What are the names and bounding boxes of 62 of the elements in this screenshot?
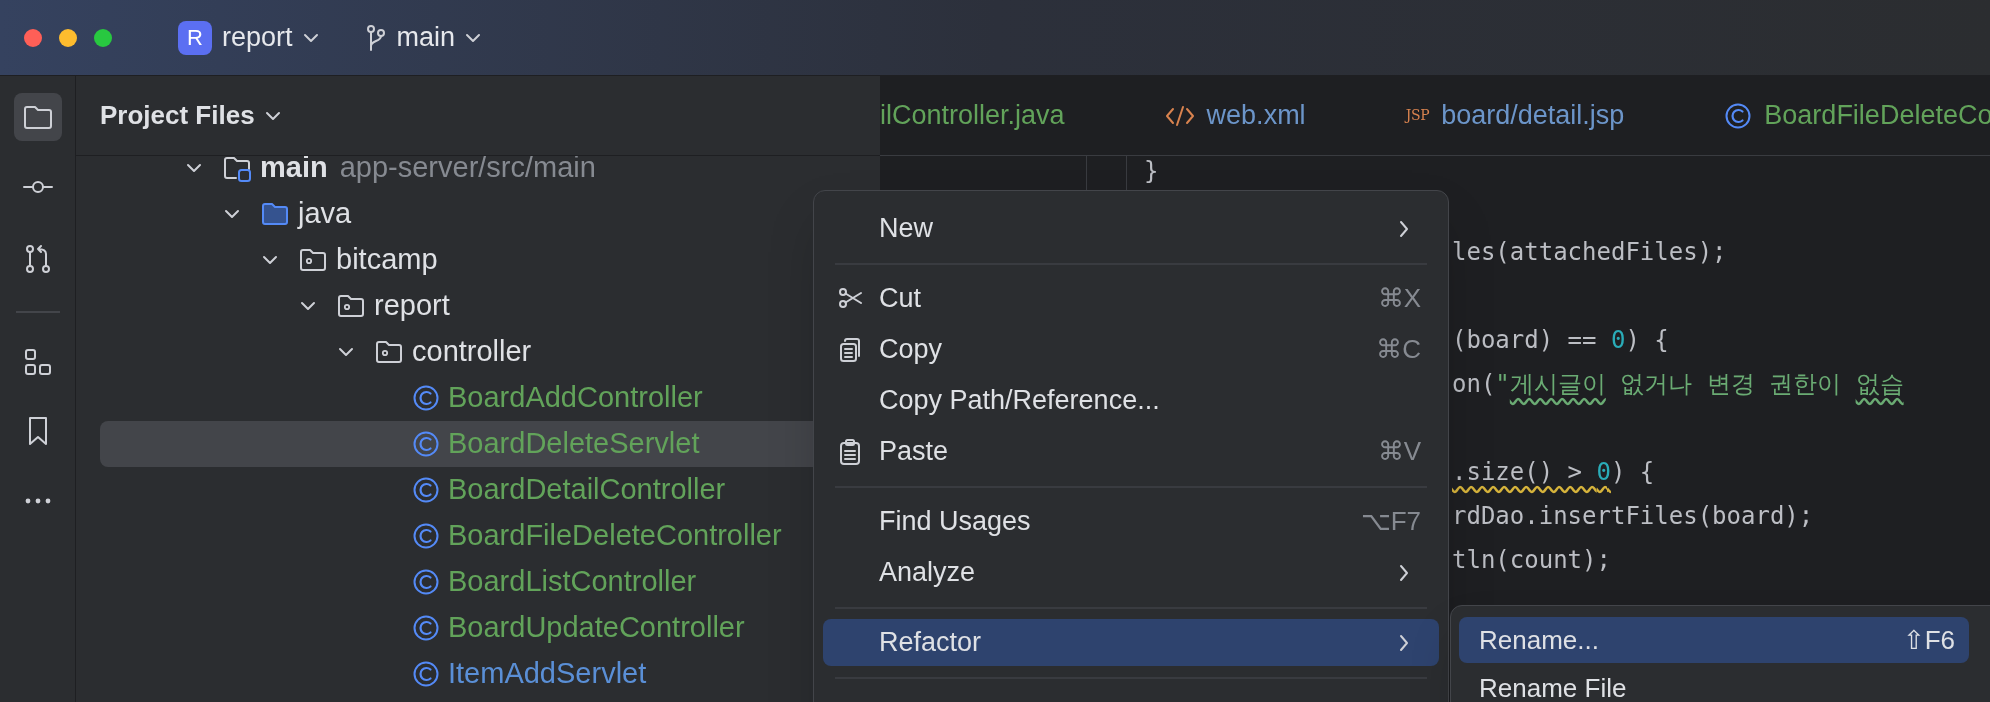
tree-item-path: app-server/src/main [339, 156, 596, 186]
class-icon [412, 476, 440, 504]
shortcut-label: ⇧F6 [1902, 623, 1955, 657]
branch-name: main [396, 21, 456, 55]
folder-tool-button[interactable] [13, 93, 62, 141]
class-icon [412, 430, 440, 458]
tree-item-label: bitcamp [336, 242, 438, 278]
code-line: tln(count); [1452, 545, 1611, 576]
tree-item-label: java [298, 196, 352, 232]
tree-item-label: controller [412, 334, 532, 370]
code-line: (board) == 0) { [1452, 325, 1669, 356]
tree-item-label: BoardAddController [448, 380, 703, 416]
shortcut-label: ⌥F7 [1360, 505, 1421, 538]
branch-selector[interactable]: main [358, 13, 488, 62]
tree-item-label: report [374, 288, 450, 324]
project-selector[interactable]: R report [172, 13, 325, 62]
editor-tab[interactable]: web.xml [1114, 76, 1356, 155]
tree-item-label: BoardListController [448, 564, 697, 600]
code-line: rdDao.insertFiles(board); [1452, 501, 1814, 532]
tree-row[interactable]: main app-server/src/main [100, 156, 880, 191]
class-icon [1724, 101, 1753, 130]
code-tag-icon [1164, 103, 1195, 128]
tree-item-label: ItemAddServlet [448, 656, 647, 692]
branch-icon [364, 23, 387, 52]
close-window-button[interactable] [24, 28, 42, 47]
package-folder-icon [336, 293, 366, 319]
shortcut-label: ⌘V [1377, 435, 1421, 468]
class-icon [412, 568, 440, 596]
code-line: .size() > 0) { [1452, 457, 1655, 488]
class-icon [412, 614, 440, 642]
project-name: report [222, 21, 293, 55]
folder-icon [260, 201, 290, 227]
tree-item-label: main [260, 156, 328, 186]
package-folder-icon [298, 247, 328, 273]
code-line: } [1144, 156, 1159, 187]
menu-item[interactable]: Rename File [1459, 665, 1969, 702]
class-icon [412, 522, 440, 550]
menu-item[interactable]: Rename... ⇧F6 [1459, 617, 1969, 663]
maximize-window-button[interactable] [94, 28, 112, 47]
tree-item-label: BoardDeleteServlet [448, 426, 700, 462]
shortcut-label: ⌘C [1376, 333, 1421, 366]
code-line: on("게시글이 없거나 변경 권한이 없습 [1452, 369, 1904, 400]
code-line: les(attachedFiles); [1452, 237, 1727, 268]
tree-item-label: BoardDetailController [448, 472, 726, 508]
project-view-dropdown[interactable]: Project Files [100, 96, 281, 135]
chevron-down-icon [465, 32, 482, 43]
menu-item[interactable]: Refactor [823, 619, 1439, 666]
class-icon [412, 660, 440, 688]
tree-item-label: BoardUpdateController [448, 610, 745, 646]
editor-tab[interactable]: ilController.java [880, 76, 1115, 155]
chevron-down-icon [302, 32, 319, 43]
shortcut-label: ⌘X [1377, 282, 1421, 315]
jsp-file-icon: JSP [1405, 105, 1430, 126]
more-icon [24, 498, 51, 504]
editor-tab[interactable]: JSP board/detail.jsp [1355, 76, 1675, 155]
class-icon [412, 384, 440, 412]
chevron-down-icon [264, 110, 281, 121]
module-folder-icon [222, 156, 252, 182]
package-folder-icon [374, 339, 404, 365]
minimize-window-button[interactable] [59, 28, 77, 47]
tree-item-label: BoardFileDeleteController [448, 518, 782, 554]
project-badge: R [178, 20, 212, 55]
